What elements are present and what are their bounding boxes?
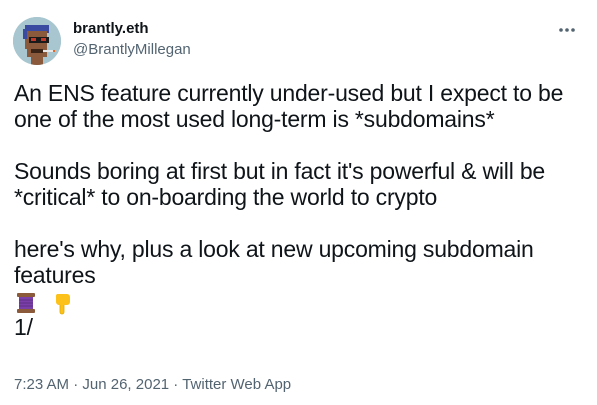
tweet-meta: 7:23 AM · Jun 26, 2021 · Twitter Web App — [14, 376, 291, 393]
meta-separator: · — [69, 376, 83, 393]
tweet-date[interactable]: Jun 26, 2021 — [82, 376, 169, 393]
pointing-down-emoji-icon — [56, 293, 71, 315]
meta-separator: · — [169, 376, 183, 393]
tweet-source[interactable]: Twitter Web App — [182, 376, 291, 393]
tweet-time[interactable]: 7:23 AM — [14, 376, 69, 393]
avatar[interactable] — [13, 17, 61, 65]
thread-spool-emoji-icon — [17, 292, 35, 313]
more-options-icon[interactable] — [556, 19, 578, 41]
emoji-row — [14, 288, 589, 315]
tweet-card: brantly.eth @BrantlyMillegan An ENS feat… — [0, 0, 597, 405]
author-handle[interactable]: @BrantlyMillegan — [73, 41, 191, 58]
tweet-paragraph-1: An ENS feature currently under-used but … — [14, 80, 564, 132]
thread-marker: 1/ — [14, 314, 33, 340]
tweet-paragraph-2: Sounds boring at first but in fact it's … — [14, 158, 546, 210]
tweet-text: An ENS feature currently under-used but … — [14, 80, 589, 340]
tweet-paragraph-3: here's why, plus a look at new upcoming … — [14, 236, 534, 288]
author-display-name[interactable]: brantly.eth — [73, 20, 149, 37]
punk-avatar-icon — [13, 17, 61, 65]
